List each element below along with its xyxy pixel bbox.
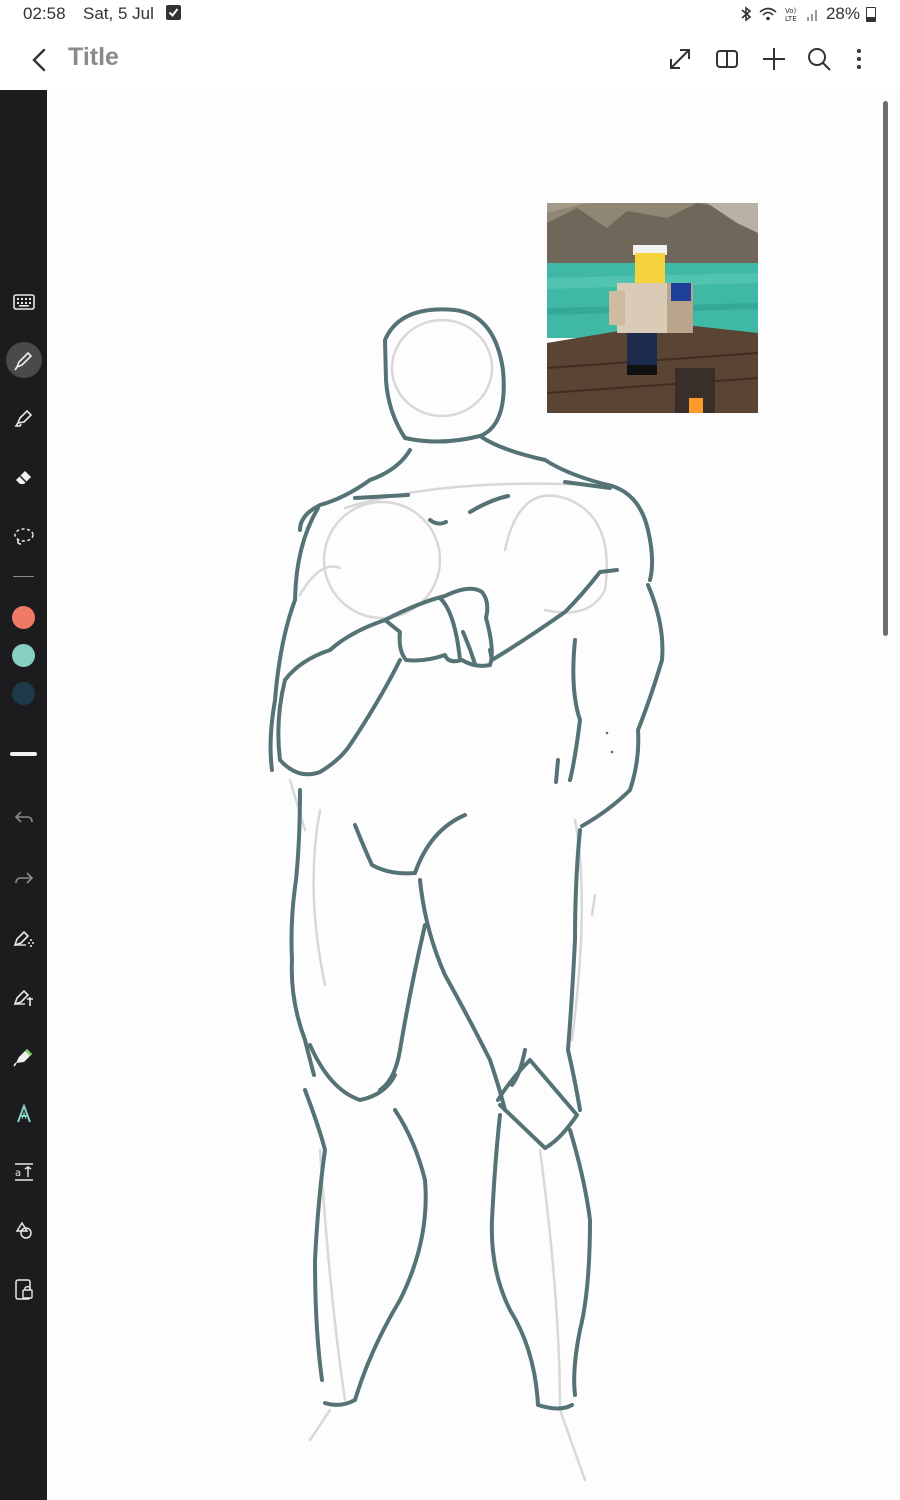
figure-sketch [268,307,665,1482]
